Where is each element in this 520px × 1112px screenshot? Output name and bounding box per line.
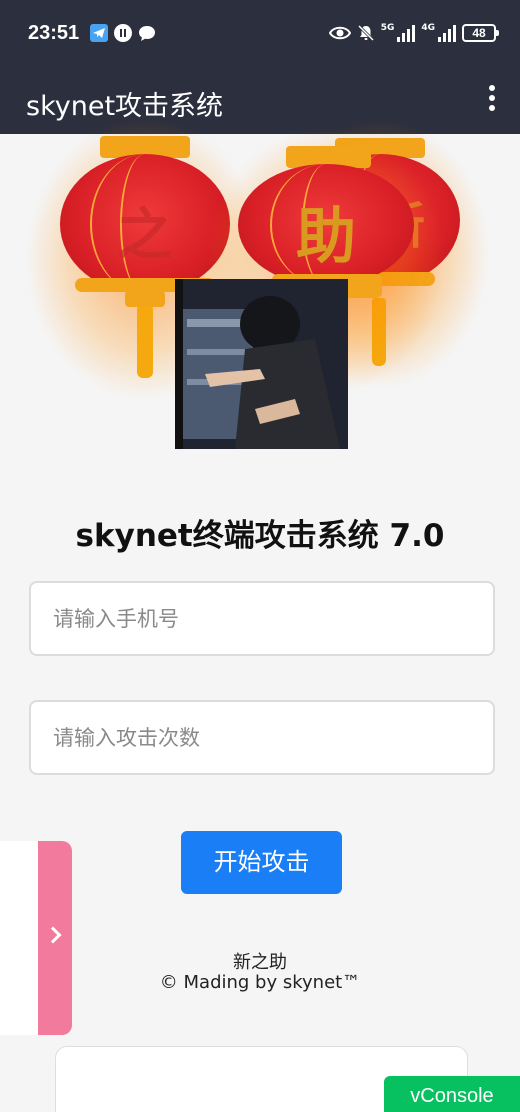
attack-count-input[interactable] — [29, 700, 495, 775]
footer-author: 新之助 — [233, 952, 287, 973]
chat-bubble-icon — [139, 26, 155, 41]
page-content: 之 新 助 — [0, 116, 520, 1112]
bell-muted-icon — [357, 24, 374, 42]
app-icon — [114, 24, 132, 42]
lantern-character: 之 — [117, 203, 173, 268]
battery-icon: 48 — [462, 24, 499, 42]
network-label-5g: 5G — [380, 23, 395, 33]
eye-icon — [328, 26, 351, 40]
chevron-right-icon — [44, 926, 62, 944]
signal-icon: 5G — [381, 24, 416, 42]
phone-input[interactable] — [29, 581, 495, 656]
status-time: 23:51 — [28, 22, 80, 44]
vconsole-button[interactable]: vConsole — [384, 1076, 520, 1112]
side-drawer-toggle[interactable] — [38, 841, 72, 1035]
banner-photo — [175, 279, 348, 449]
status-icons: 5G 4G 48 — [328, 20, 499, 46]
lantern-character: 助 — [296, 202, 356, 272]
signal-icon: 4G — [421, 24, 456, 42]
side-drawer-panel — [0, 841, 38, 1035]
page-title: skynet终端攻击系统 7.0 — [75, 518, 445, 554]
start-attack-button[interactable]: 开始攻击 — [181, 831, 342, 894]
more-vert-icon[interactable] — [484, 82, 500, 118]
footer-copyright: © Mading by skynet™ — [159, 972, 361, 993]
status-bar: 23:51 5G 4G 48 — [0, 0, 520, 66]
telegram-icon — [90, 24, 108, 42]
network-label-4g: 4G — [421, 23, 435, 33]
app-bar: skynet攻击系统 — [0, 66, 520, 134]
